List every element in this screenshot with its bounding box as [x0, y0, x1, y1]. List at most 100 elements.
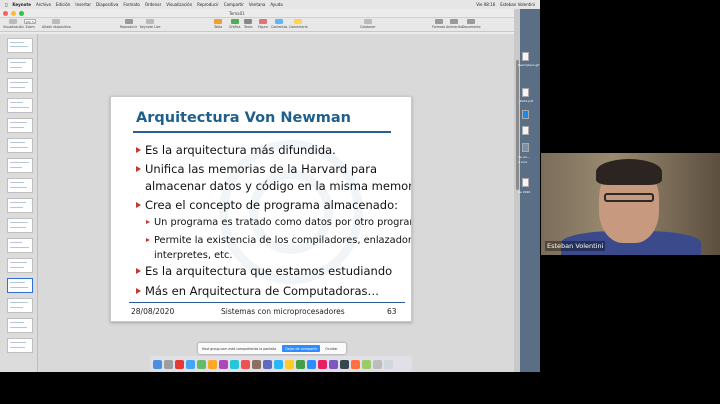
slide-thumbnail-selected[interactable]: [7, 278, 33, 293]
sub-bullet-item: Permite la existencia de los compiladore…: [146, 233, 411, 248]
collaborate-button[interactable]: Colaborar: [360, 19, 376, 29]
document-button[interactable]: Documento: [462, 19, 480, 29]
desktop-file-icon[interactable]: [522, 178, 529, 187]
participant-video[interactable]: Esteban Volentini: [541, 153, 720, 255]
chrome-icon[interactable]: [296, 359, 305, 369]
chart-button[interactable]: Gráfica: [229, 19, 240, 29]
menu-ayuda[interactable]: Ayuda: [270, 2, 282, 7]
animate-button[interactable]: Animación: [446, 19, 463, 29]
trash-icon[interactable]: [384, 359, 393, 369]
menu-ventana[interactable]: Ventana: [249, 2, 265, 7]
slide-thumbnail[interactable]: [7, 98, 33, 113]
desktop-file-label: _2004.pdf: [518, 99, 533, 103]
shared-screen:  Keynote Archivo Edición Insertar Diapo…: [0, 0, 540, 372]
zoom-icon[interactable]: [307, 359, 316, 369]
desktop-file-icon[interactable]: [522, 88, 529, 97]
media-button[interactable]: Contenido: [271, 19, 287, 29]
menu-formato[interactable]: Formato: [123, 2, 140, 7]
play-button[interactable]: Reproducir: [120, 19, 137, 29]
app-icon[interactable]: [340, 359, 349, 369]
keynote-live-button[interactable]: Keynote Live: [140, 19, 160, 29]
menu-user[interactable]: Esteban Volentini: [500, 2, 535, 7]
slide-thumbnail[interactable]: [7, 158, 33, 173]
slide-thumbnail[interactable]: [7, 198, 33, 213]
apple-icon[interactable]: : [5, 2, 7, 7]
participant-hair: [596, 159, 662, 185]
app-icon[interactable]: [329, 359, 338, 369]
document-icon: [467, 19, 476, 24]
format-button[interactable]: Formato: [432, 19, 445, 29]
app-icon[interactable]: [351, 359, 360, 369]
safari-icon[interactable]: [186, 359, 195, 369]
slide-thumbnail[interactable]: [7, 298, 33, 313]
visualizacion-button[interactable]: Visualización: [3, 19, 24, 29]
slide-thumbnail[interactable]: [7, 118, 33, 133]
app-icon[interactable]: [263, 359, 272, 369]
bullet-marker: [136, 268, 141, 274]
text-icon: [244, 19, 253, 24]
vscode-icon[interactable]: [274, 359, 283, 369]
menu-archivo[interactable]: Archivo: [36, 2, 51, 7]
messages-icon[interactable]: [197, 359, 206, 369]
table-button[interactable]: Tabla: [214, 19, 222, 29]
slide-thumbnail[interactable]: [7, 318, 33, 333]
app-icon[interactable]: [318, 359, 327, 369]
participant-glasses: [604, 193, 654, 202]
calendar-icon[interactable]: [241, 359, 250, 369]
sub-bullet-continuation: interpretes, etc.: [154, 250, 233, 261]
stop-share-button[interactable]: Dejar de compartir: [282, 345, 321, 352]
text-button[interactable]: Texto: [244, 19, 252, 29]
sub-bullet-marker: [146, 237, 150, 242]
slide-thumbnail[interactable]: [7, 178, 33, 193]
slide-thumbnail[interactable]: [7, 138, 33, 153]
app-icon[interactable]: [362, 359, 371, 369]
slide-thumbnail[interactable]: [7, 258, 33, 273]
hide-notice-button[interactable]: Ocultar: [325, 347, 337, 351]
menu-insertar[interactable]: Insertar: [75, 2, 91, 7]
desktop-file-icon[interactable]: [522, 143, 529, 152]
slide-thumbnail[interactable]: [7, 38, 33, 53]
slide-thumbnail[interactable]: [7, 78, 33, 93]
slide-navigator[interactable]: [0, 34, 38, 372]
slide-thumbnail[interactable]: [7, 338, 33, 353]
finder-icon[interactable]: [153, 359, 162, 369]
menu-edicion[interactable]: Edición: [56, 2, 70, 7]
desktop-file-icon[interactable]: [522, 52, 529, 61]
desktop-app-icon[interactable]: [522, 110, 529, 119]
app-icon[interactable]: [208, 359, 217, 369]
desktop-file-icon[interactable]: [522, 126, 529, 135]
bullet-item: Es la arquitectura que estamos estudiand…: [136, 263, 392, 280]
app-icon[interactable]: [219, 359, 228, 369]
menu-ordenar[interactable]: Ordenar: [145, 2, 161, 7]
slide-thumbnail[interactable]: [7, 218, 33, 233]
animate-icon: [450, 19, 459, 24]
close-window-button[interactable]: [3, 10, 8, 16]
menu-app-name[interactable]: Keynote: [12, 2, 31, 7]
slide-thumbnail[interactable]: [7, 238, 33, 253]
scrollbar[interactable]: [516, 60, 519, 190]
zoom-window-button[interactable]: [19, 10, 24, 16]
zoom-control[interactable]: 100 % Zoom: [24, 19, 36, 29]
folder-icon[interactable]: [373, 359, 382, 369]
slide-thumbnail[interactable]: [7, 58, 33, 73]
add-slide-button[interactable]: Añadir diapositiva: [42, 19, 71, 29]
app-icon[interactable]: [175, 359, 184, 369]
app-icon[interactable]: [230, 359, 239, 369]
app-icon[interactable]: [252, 359, 261, 369]
footer-page-number: 63: [387, 307, 397, 316]
launchpad-icon[interactable]: [164, 359, 173, 369]
footer-date: 28/08/2020: [131, 307, 175, 316]
comment-icon: [294, 19, 303, 24]
app-icon[interactable]: [285, 359, 294, 369]
menu-compartir[interactable]: Compartir: [224, 2, 244, 7]
minimize-window-button[interactable]: [11, 10, 16, 16]
menu-reproducir[interactable]: Reproducir: [197, 2, 219, 7]
current-slide[interactable]: Arquitectura Von Newman Es la arquitectu…: [110, 96, 412, 322]
menu-visualizacion[interactable]: Visualización: [166, 2, 192, 7]
comment-button[interactable]: Comentario: [289, 19, 308, 29]
window-title: Tema01: [229, 10, 245, 16]
bullet-item: Más en Arquitectura de Computadoras…: [136, 283, 379, 300]
shape-button[interactable]: Figura: [258, 19, 268, 29]
zoom-value: 100 %: [24, 19, 36, 24]
menu-diapositiva[interactable]: Diapositiva: [96, 2, 118, 7]
